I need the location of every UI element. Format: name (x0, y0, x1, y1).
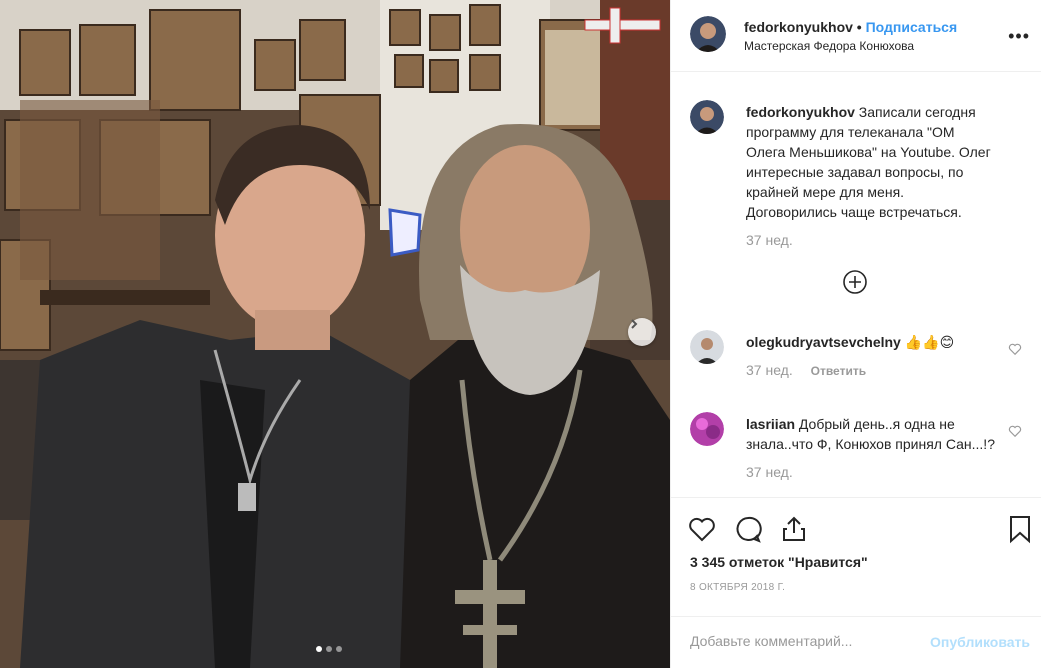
carousel-next-button[interactable] (628, 318, 656, 346)
follow-button[interactable]: Подписаться (866, 19, 958, 35)
comment-like-heart-icon[interactable] (1008, 424, 1022, 438)
comment-username[interactable]: lasriian (746, 416, 795, 432)
avatar[interactable] (690, 412, 724, 446)
comment-text: 👍👍😊 (904, 334, 955, 350)
post-side-panel: fedorkonyukhov • Подписаться Мастерская … (670, 0, 1041, 668)
bookmark-icon[interactable] (1005, 514, 1035, 544)
carousel-dot (336, 646, 342, 652)
photo-illustration (0, 0, 670, 668)
carousel-dot (316, 646, 322, 652)
caption-text: Записали сегодня программу для телеканал… (746, 104, 991, 220)
share-icon[interactable] (779, 514, 809, 544)
comment-like-heart-icon[interactable] (1008, 342, 1022, 356)
comment-icon[interactable] (733, 514, 763, 544)
post-location[interactable]: Мастерская Федора Конюхова (744, 39, 914, 53)
heart-icon[interactable] (687, 514, 717, 544)
caption: fedorkonyukhov Записали сегодня программ… (690, 100, 1030, 248)
publish-button[interactable]: Опубликовать (930, 634, 1030, 650)
chevron-right-icon (631, 319, 638, 329)
comment: lasriian Добрый день..я одна не знала..ч… (690, 412, 1030, 480)
avatar[interactable] (690, 330, 724, 364)
reply-button[interactable]: Ответить (811, 364, 866, 378)
post-actions: 3 345 отметок "Нравится" 8 ОКТЯБРЯ 2018 … (671, 497, 1041, 668)
avatar[interactable] (690, 16, 726, 52)
post-photo[interactable] (0, 0, 670, 668)
comment-username[interactable]: olegkudryavtsevchelny (746, 334, 901, 350)
separator-dot: • (856, 19, 862, 35)
load-more-comments-icon[interactable] (842, 269, 868, 295)
post-author-username[interactable]: fedorkonyukhov (744, 19, 853, 35)
comment: olegkudryavtsevchelny 👍👍😊 37 нед. Ответи… (690, 330, 1030, 378)
carousel-dot (326, 646, 332, 652)
likes-count[interactable]: 3 345 отметок "Нравится" (690, 554, 868, 570)
avatar[interactable] (690, 100, 724, 134)
comment-time[interactable]: 37 нед. (746, 464, 793, 480)
post-date[interactable]: 8 ОКТЯБРЯ 2018 Г. (690, 582, 785, 593)
caption-time[interactable]: 37 нед. (746, 232, 1030, 248)
caption-username[interactable]: fedorkonyukhov (746, 104, 855, 120)
comment-time[interactable]: 37 нед. (746, 362, 793, 378)
add-comment-bar: Опубликовать (671, 616, 1041, 668)
comments-list[interactable]: fedorkonyukhov Записали сегодня программ… (671, 72, 1041, 497)
comment-input[interactable] (690, 633, 910, 649)
post-header: fedorkonyukhov • Подписаться Мастерская … (671, 0, 1041, 72)
carousel-dots (316, 646, 342, 652)
more-options-icon[interactable]: ••• (1008, 26, 1030, 47)
